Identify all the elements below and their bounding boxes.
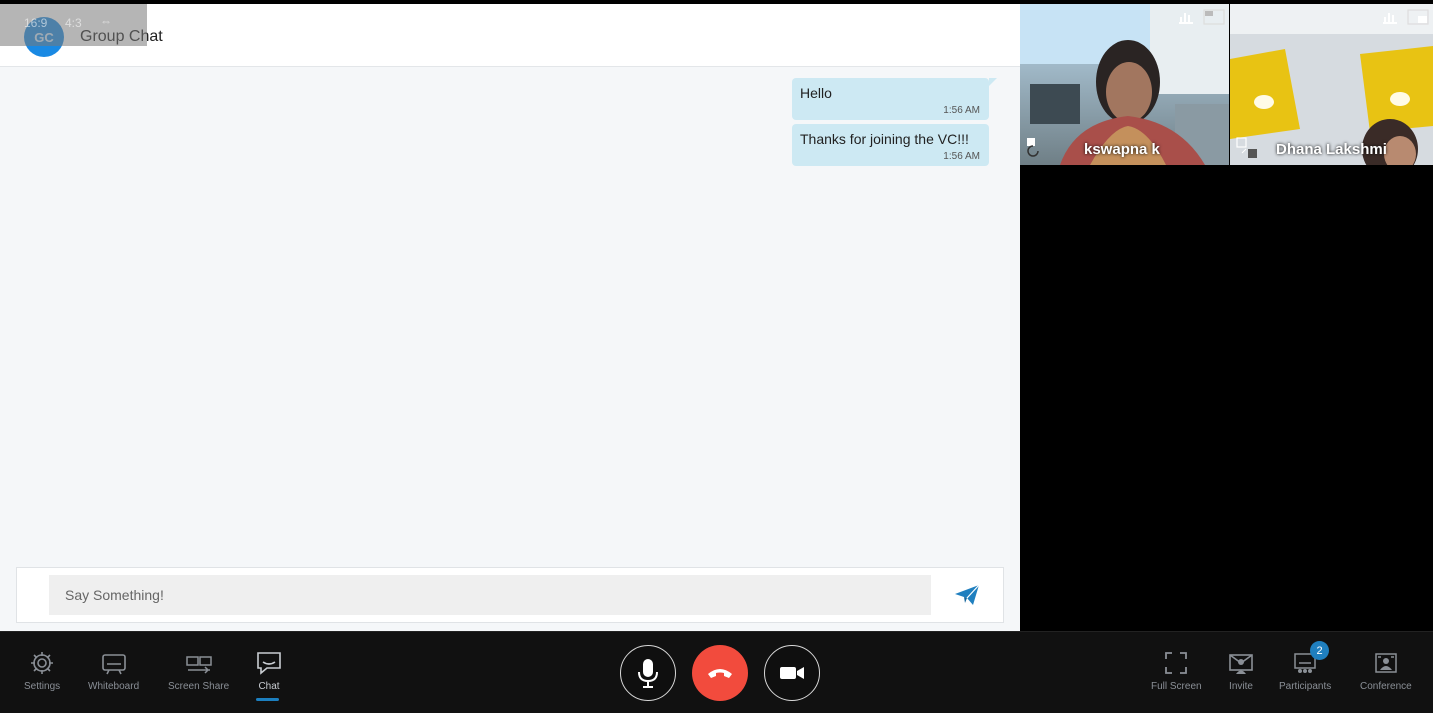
chat-button[interactable]: Chat: [256, 650, 282, 692]
message-time: 1:56 AM: [943, 151, 980, 162]
fullscreen-button[interactable]: Full Screen: [1151, 650, 1202, 692]
aspect-4-3-option[interactable]: 4:3: [65, 16, 82, 30]
call-toolbar: Settings Whiteboard Screen Share Chat Fu…: [0, 631, 1433, 713]
video-tile[interactable]: kswapna k: [1020, 4, 1229, 165]
chat-label: Chat: [258, 681, 280, 692]
settings-label: Settings: [24, 681, 61, 692]
screen-share-button[interactable]: Screen Share: [168, 650, 229, 692]
chat-message: Hello 1:56 AM: [792, 78, 997, 120]
microphone-icon: [638, 659, 658, 688]
send-button[interactable]: [954, 584, 982, 608]
message-text: Thanks for joining the VC!!!: [800, 131, 969, 147]
end-call-button[interactable]: [692, 645, 748, 701]
conference-label: Conference: [1360, 681, 1412, 692]
message-text: Hello: [800, 85, 832, 101]
signal-bars-icon: [1179, 13, 1193, 24]
chat-panel: GC Group Chat 16:9 4:3 ⇔ Hello 1:56 AM T…: [0, 4, 1020, 631]
fullscreen-icon: [1165, 652, 1188, 674]
whiteboard-label: Whiteboard: [88, 681, 140, 692]
aspect-ratio-toggle[interactable]: 16:9 4:3 ⇔: [0, 4, 147, 46]
participants-label: Participants: [1279, 681, 1332, 692]
invite-label: Invite: [1229, 681, 1253, 692]
conference-icon: [1375, 653, 1397, 673]
mic-button[interactable]: [620, 645, 676, 701]
chat-message: Thanks for joining the VC!!! 1:56 AM: [792, 124, 989, 166]
screen-share-label: Screen Share: [168, 681, 230, 692]
chat-input[interactable]: [49, 575, 931, 615]
camera-button[interactable]: [764, 645, 820, 701]
fullscreen-label: Full Screen: [1151, 681, 1202, 692]
message-time: 1:56 AM: [943, 105, 980, 116]
chat-composer: [16, 567, 1004, 623]
send-icon: [955, 584, 980, 605]
gear-icon: [31, 652, 54, 674]
chat-icon: [257, 652, 281, 675]
whiteboard-icon: [101, 654, 126, 675]
hang-up-icon: [708, 669, 732, 678]
active-tab-indicator: [256, 698, 279, 701]
swap-camera-icon[interactable]: [1236, 137, 1260, 159]
conference-button[interactable]: Conference: [1360, 650, 1412, 692]
swap-camera-icon[interactable]: [1026, 137, 1048, 159]
participant-name: Dhana Lakshmi: [1276, 141, 1387, 158]
invite-button[interactable]: Invite: [1228, 650, 1254, 692]
chat-header: GC Group Chat: [0, 4, 1020, 67]
pip-icon[interactable]: [1407, 9, 1429, 25]
participant-name: kswapna k: [1084, 141, 1160, 158]
invite-icon: [1229, 654, 1253, 674]
screen-share-icon: [185, 656, 212, 674]
aspect-16-9-option[interactable]: 16:9: [24, 16, 47, 30]
whiteboard-button[interactable]: Whiteboard: [88, 650, 139, 692]
video-tile[interactable]: Dhana Lakshmi: [1230, 4, 1433, 165]
settings-button[interactable]: Settings: [24, 650, 60, 692]
swap-arrows-icon[interactable]: ⇔: [100, 14, 112, 28]
video-camera-icon: [780, 667, 804, 679]
participants-count-badge: 2: [1310, 641, 1329, 660]
signal-bars-icon: [1383, 13, 1397, 24]
pip-icon[interactable]: [1203, 9, 1225, 25]
